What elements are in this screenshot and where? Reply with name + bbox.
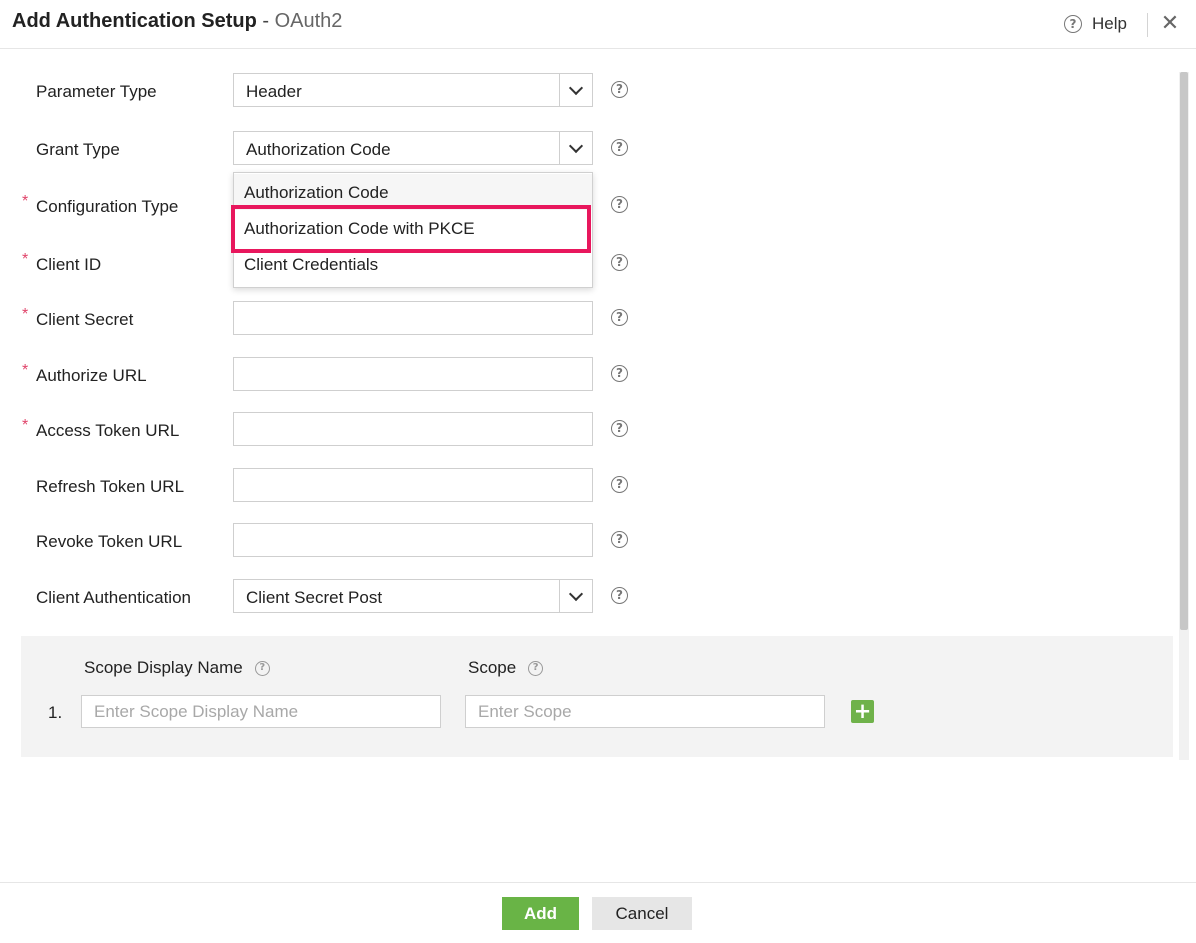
chevron-down-icon [568,138,584,153]
help-icon: ? [611,138,628,156]
add-scope-plus-icon[interactable]: + [851,700,874,723]
scope-header: Scope ? [468,658,544,678]
scope-display-name-header-label: Scope Display Name [84,658,243,677]
option-label: Authorization Code with PKCE [244,219,475,238]
required-marker: * [22,251,29,268]
revoke-token-url-help[interactable]: ? [611,530,628,548]
client-secret-help[interactable]: ? [611,308,628,326]
option-label: Authorization Code [244,183,389,202]
parameter-type-help[interactable]: ? [611,80,628,98]
help-icon[interactable]: ? [254,660,270,676]
parameter-type-row: Parameter Type Header ? [0,73,1170,109]
help-icon: ? [611,364,628,382]
revoke-token-url-row: Revoke Token URL ? [0,523,1170,559]
grant-type-row: Grant Type Authorization Code ? [0,131,1170,167]
help-label: Help [1092,14,1127,33]
refresh-token-url-row: Refresh Token URL ? [0,468,1170,504]
help-icon: ? [611,475,628,493]
parameter-type-value: Header [246,82,302,101]
add-button[interactable]: Add [502,897,579,930]
add-authentication-dialog: Add Authentication Setup - OAuth2 ? Help… [0,0,1196,943]
authorize-url-label: Authorize URL [36,366,147,385]
help-icon: ? [611,253,628,271]
grant-type-option[interactable]: Authorization Code with PKCE [234,210,592,246]
client-secret-input[interactable] [233,301,593,335]
grant-type-option[interactable]: Authorization Code [234,174,592,210]
grant-type-select[interactable]: Authorization Code [233,131,593,165]
help-icon: ? [611,195,628,213]
configuration-type-label: Configuration Type [36,197,179,216]
dialog-header: Add Authentication Setup - OAuth2 ? Help… [0,0,1196,49]
client-id-help[interactable]: ? [611,253,628,271]
refresh-token-url-help[interactable]: ? [611,475,628,493]
client-authentication-label: Client Authentication [36,588,191,607]
close-icon[interactable]: ✕ [1158,10,1182,38]
client-authentication-value: Client Secret Post [246,588,383,607]
client-authentication-help[interactable]: ? [611,586,628,604]
grant-type-dropdown-toggle[interactable] [559,132,592,164]
option-label: Client Credentials [244,255,379,274]
client-secret-label: Client Secret [36,310,134,329]
scope-display-name-header: Scope Display Name ? [84,658,270,678]
refresh-token-url-label: Refresh Token URL [36,477,185,496]
scrollbar-thumb[interactable] [1180,72,1188,630]
refresh-token-url-input[interactable] [233,468,593,502]
required-marker: * [22,193,29,210]
access-token-url-input[interactable] [233,412,593,446]
required-marker: * [22,306,29,323]
help-icon: ? [1064,15,1082,33]
title-separator: - [256,10,275,32]
help-icon: ? [611,530,628,548]
authorize-url-row: * Authorize URL ? [0,357,1170,393]
grant-type-dropdown-menu: Authorization Code Authorization Code wi… [233,172,593,288]
grant-type-help[interactable]: ? [611,138,628,156]
configuration-type-help[interactable]: ? [611,195,628,213]
revoke-token-url-input[interactable] [233,523,593,557]
help-icon: ? [611,586,628,604]
title-subtitle: OAuth2 [274,10,343,32]
help-button[interactable]: ? Help [1064,12,1127,36]
cancel-button[interactable]: Cancel [592,897,692,930]
scope-display-name-input[interactable] [81,695,441,728]
client-secret-row: * Client Secret ? [0,301,1170,337]
help-icon: ? [611,308,628,326]
revoke-token-url-label: Revoke Token URL [36,532,183,551]
client-authentication-row: Client Authentication Client Secret Post… [0,579,1170,615]
client-authentication-dropdown-toggle[interactable] [559,580,592,612]
scope-header-label: Scope [468,658,517,677]
access-token-url-help[interactable]: ? [611,419,628,437]
title-text: Add Authentication Setup [12,10,257,32]
grant-type-label: Grant Type [36,140,120,159]
client-id-label: Client ID [36,255,102,274]
help-icon[interactable]: ? [528,660,544,676]
required-marker: * [22,362,29,379]
authorize-url-help[interactable]: ? [611,364,628,382]
parameter-type-label: Parameter Type [36,82,157,101]
parameter-type-select[interactable]: Header [233,73,593,107]
help-icon: ? [611,80,628,98]
header-divider [1147,13,1148,37]
scope-row-number: 1. [48,703,63,722]
required-marker: * [22,417,29,434]
chevron-down-icon [568,80,584,95]
scope-input[interactable] [465,695,825,728]
access-token-url-row: * Access Token URL ? [0,412,1170,448]
grant-type-option[interactable]: Client Credentials [234,246,592,282]
chevron-down-icon [568,586,584,601]
help-icon: ? [611,419,628,437]
grant-type-value: Authorization Code [246,140,391,159]
authorize-url-input[interactable] [233,357,593,391]
parameter-type-dropdown-toggle[interactable] [559,74,592,106]
access-token-url-label: Access Token URL [36,421,180,440]
dialog-title: Add Authentication Setup - OAuth2 [12,10,342,33]
client-authentication-select[interactable]: Client Secret Post [233,579,593,613]
